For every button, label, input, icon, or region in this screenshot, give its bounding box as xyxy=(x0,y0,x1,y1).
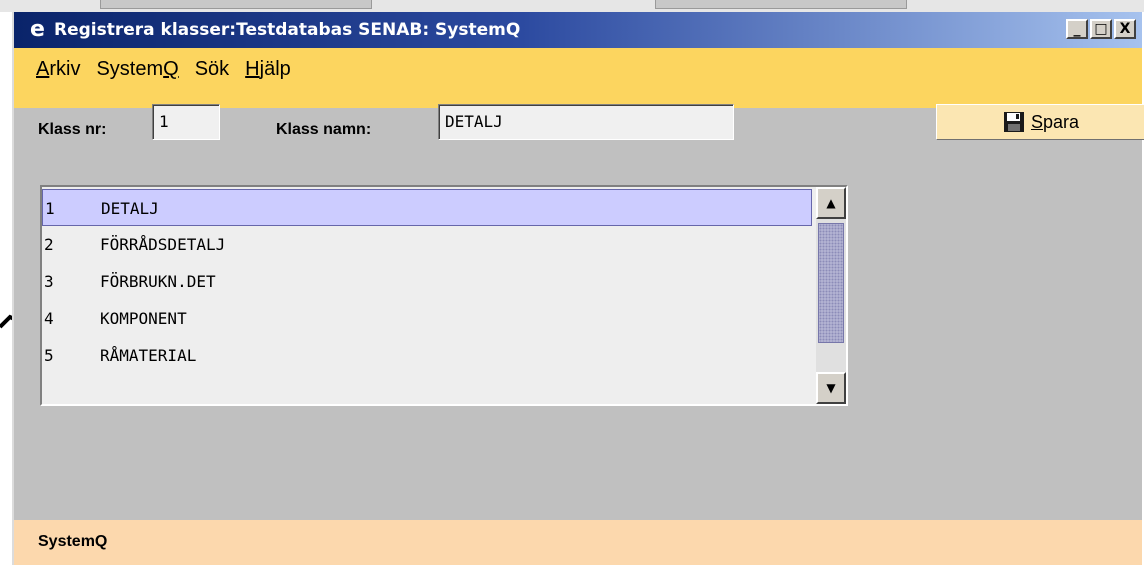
klass-nr-label: Klass nr: xyxy=(38,121,107,138)
menu-bar: Arkiv SystemQ Sök Hjälp xyxy=(14,48,1142,108)
menu-sok[interactable]: Sök xyxy=(195,58,229,81)
menu-systemq[interactable]: SystemQ xyxy=(96,58,178,81)
maximize-button[interactable]: □ xyxy=(1090,19,1112,39)
save-label: Spara xyxy=(1030,111,1080,132)
list-item[interactable]: 2 FÖRRÅDSDETALJ xyxy=(42,226,812,263)
arrow-up-icon: ▲ xyxy=(826,196,836,210)
klass-namn-field[interactable]: DETALJ xyxy=(438,104,734,140)
list-item[interactable]: 4 KOMPONENT xyxy=(42,300,812,337)
minimize-button[interactable]: _ xyxy=(1066,19,1088,39)
background-tab xyxy=(100,0,372,9)
list-item-name: KOMPONENT xyxy=(100,309,187,328)
list-item-name: RÅMATERIAL xyxy=(100,346,197,365)
close-button[interactable]: X xyxy=(1114,19,1136,39)
list-item[interactable]: 3 FÖRBRUKN.DET xyxy=(42,263,812,300)
list-item-nr: 4 xyxy=(44,309,54,328)
list-item-nr: 2 xyxy=(44,235,54,254)
window-title: Registrera klasser:Testdatabas SENAB: Sy… xyxy=(54,20,521,40)
scroll-down-button[interactable]: ▼ xyxy=(816,372,846,404)
window-controls: _ □ X xyxy=(1066,19,1136,39)
menu-arkiv[interactable]: Arkiv xyxy=(36,58,80,81)
title-bar[interactable]: e Registrera klasser:Testdatabas SENAB: … xyxy=(14,12,1142,48)
list-item[interactable]: 1 DETALJ xyxy=(42,189,812,226)
list-item-nr: 3 xyxy=(44,272,54,291)
scroll-thumb[interactable] xyxy=(818,223,844,343)
list-item-nr: 1 xyxy=(45,199,55,218)
background-tab xyxy=(655,0,907,9)
list-scrollbar[interactable]: ▲ ▼ xyxy=(816,187,846,404)
list-item-partial[interactable] xyxy=(42,374,812,404)
background-window-strip xyxy=(0,0,1144,12)
minimize-icon: _ xyxy=(1073,21,1081,37)
klass-nr-field[interactable]: 1 xyxy=(152,104,220,140)
list-item-name: FÖRBRUKN.DET xyxy=(100,272,216,291)
scroll-up-button[interactable]: ▲ xyxy=(816,187,846,219)
list-item[interactable]: 5 RÅMATERIAL xyxy=(42,337,812,374)
list-item-name: DETALJ xyxy=(101,199,159,218)
e-app-icon: e xyxy=(30,17,45,42)
maximize-icon: □ xyxy=(1094,21,1108,37)
status-text: SystemQ xyxy=(38,533,108,550)
class-list[interactable]: 1 DETALJ 2 FÖRRÅDSDETALJ 3 FÖRBRUKN.DET … xyxy=(40,185,848,406)
menu-hjalp[interactable]: Hjälp xyxy=(245,58,291,81)
arrow-down-icon: ▼ xyxy=(826,381,836,395)
list-item-name: FÖRRÅDSDETALJ xyxy=(100,235,226,254)
save-button[interactable]: Spara xyxy=(936,104,1144,140)
close-icon: X xyxy=(1119,21,1131,37)
status-bar: SystemQ xyxy=(14,520,1142,565)
main-window: e Registrera klasser:Testdatabas SENAB: … xyxy=(12,12,1144,565)
floppy-disk-icon xyxy=(1003,112,1024,132)
list-item-nr: 5 xyxy=(44,346,54,365)
klass-namn-label: Klass namn: xyxy=(276,121,372,138)
menu-row: Arkiv SystemQ Sök Hjälp xyxy=(36,58,291,81)
